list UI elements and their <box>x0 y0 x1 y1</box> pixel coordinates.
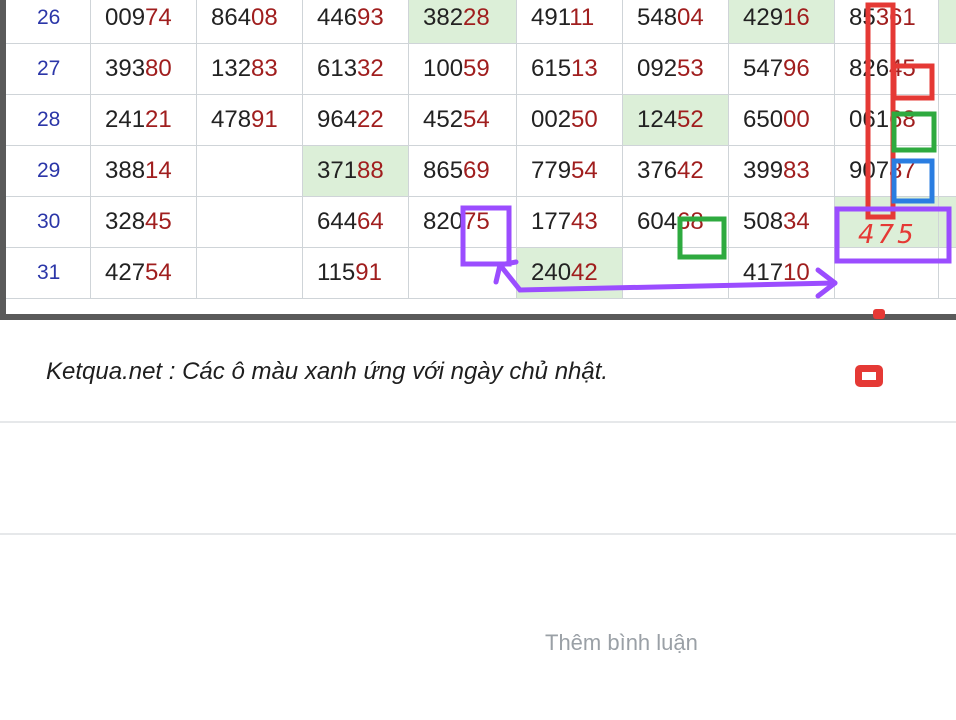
green-digit-box <box>891 111 937 153</box>
purple-digit-box <box>460 205 512 267</box>
red-square-hole <box>862 372 876 380</box>
red-digit-box <box>891 63 935 101</box>
blue-digit-box <box>891 158 935 204</box>
red-dot <box>873 309 885 319</box>
green-digit-box <box>677 216 727 260</box>
annotation-overlay <box>460 2 952 387</box>
handwritten-number: 475 <box>858 220 917 250</box>
red-column-marker <box>865 2 896 220</box>
purple-arrow <box>497 262 838 293</box>
